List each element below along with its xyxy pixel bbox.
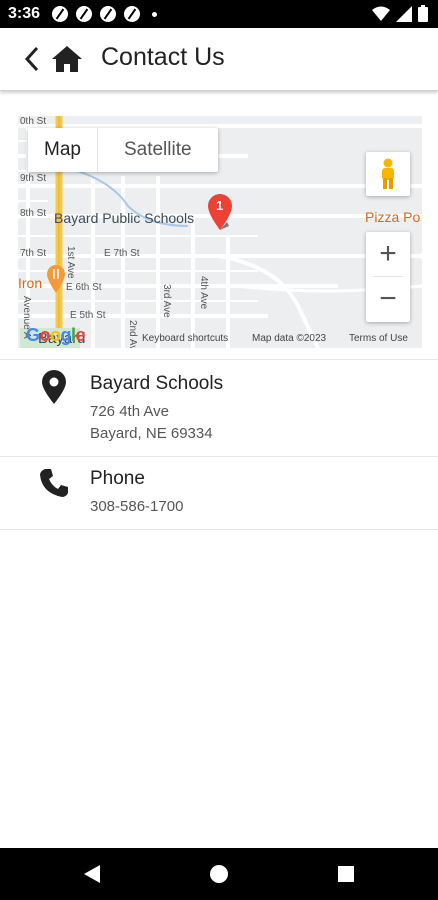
map-type-control: Map Satellite (28, 128, 218, 172)
phone-icon (40, 469, 68, 497)
location-marker[interactable]: 1 (205, 192, 235, 232)
google-logo: Google (26, 325, 86, 345)
poi-label[interactable]: Pizza Po (365, 209, 420, 225)
address-line-1: 726 4th Ave (90, 403, 169, 420)
street-label: 0th St (20, 116, 47, 127)
divider (0, 529, 438, 530)
map-view[interactable]: 0th St 9th St 8th St 7th St E 7th St E 6… (18, 116, 422, 348)
map-type-satellite-button[interactable]: Satellite (96, 128, 218, 172)
page-title: Contact Us (101, 43, 225, 71)
map-footer: Google Keyboard shortcuts Map data ©2023… (18, 325, 422, 348)
app-notification-icon (52, 6, 68, 22)
zoom-in-button[interactable]: + (366, 232, 410, 276)
street-label: E 6th St (66, 282, 102, 293)
app-bar: Contact Us (0, 28, 438, 91)
zoom-control: + − (366, 232, 410, 322)
app-notification-icon (100, 6, 116, 22)
app-notification-icon (124, 6, 140, 22)
street-label: 8th St (20, 208, 47, 219)
terms-of-use-link[interactable]: Terms of Use (349, 333, 408, 344)
street-label: 4th Ave (198, 276, 209, 310)
phone-number[interactable]: 308-586-1700 (90, 498, 183, 515)
street-label: 3rd Ave (161, 284, 172, 318)
street-label: 7th St (20, 248, 47, 259)
street-label: 9th St (20, 173, 47, 184)
address-row[interactable]: Bayard Schools 726 4th Ave Bayard, NE 69… (0, 360, 438, 456)
marker-number: 1 (216, 198, 224, 213)
pegman-icon[interactable] (366, 152, 410, 196)
address-line-2: Bayard, NE 69334 (90, 425, 213, 442)
poi-label[interactable]: Iron (18, 275, 42, 291)
street-label: E 5th St (70, 310, 106, 321)
back-chevron-icon[interactable] (18, 44, 46, 74)
restaurant-pin-icon[interactable] (45, 264, 67, 294)
phone-row[interactable]: Phone 308-586-1700 (0, 457, 438, 529)
nav-home-icon[interactable] (207, 862, 231, 886)
app-notification-icon (76, 6, 92, 22)
zoom-out-button[interactable]: − (366, 277, 410, 321)
signal-icon (396, 5, 412, 22)
status-indicators (372, 5, 428, 22)
notification-icons (52, 6, 157, 22)
map-data-attribution: Map data ©2023 (252, 333, 327, 344)
place-label[interactable]: Bayard Public Schools (54, 210, 194, 226)
home-icon[interactable] (50, 42, 84, 76)
phone-title: Phone (90, 468, 145, 489)
status-bar: 3:36 (0, 0, 438, 28)
map-type-map-button[interactable]: Map (28, 128, 97, 172)
keyboard-shortcuts-link[interactable]: Keyboard shortcuts (142, 333, 228, 344)
street-label: E 7th St (104, 248, 140, 259)
system-nav-bar (0, 848, 438, 900)
status-time: 3:36 (8, 5, 41, 22)
nav-recents-icon[interactable] (334, 862, 358, 886)
location-pin-icon (42, 370, 66, 404)
address-title: Bayard Schools (90, 373, 224, 394)
battery-icon (418, 5, 428, 22)
nav-back-icon[interactable] (80, 862, 104, 886)
wifi-icon (372, 6, 390, 21)
more-notifications-icon (152, 11, 157, 17)
